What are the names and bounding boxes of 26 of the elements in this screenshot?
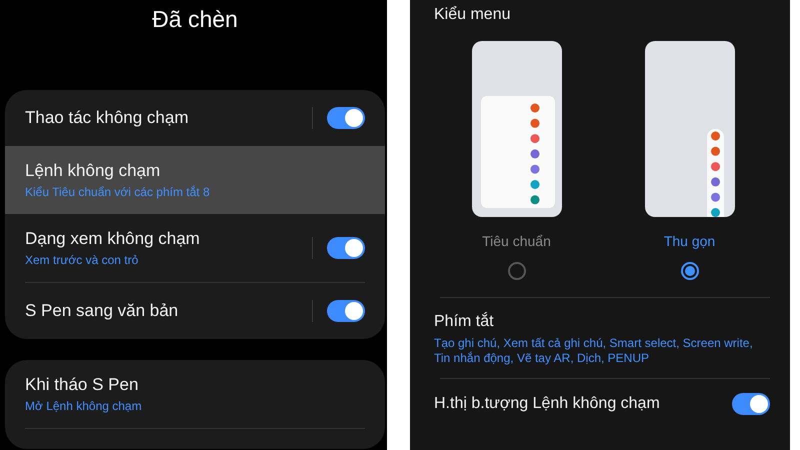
setting-title: Khi tháo S Pen — [25, 375, 140, 395]
setting-row[interactable]: Khi tháo S Pen Mở Lệnh không chạm — [5, 360, 385, 428]
toggle-switch[interactable] — [327, 237, 365, 259]
setting-summary: Mở Lệnh không chạm — [25, 399, 143, 413]
radio-button[interactable] — [508, 262, 526, 280]
setting-title: Dạng xem không chạm — [25, 229, 201, 249]
highlighted-setting-row[interactable]: Lệnh không chạm Kiểu Tiêu chuẩn với các phím tắt 8 — [5, 146, 385, 214]
setting-title: S Pen sang văn bản — [25, 301, 180, 321]
option-label: Thu gọn — [664, 233, 716, 249]
section-title: Kiểu menu — [433, 5, 512, 25]
radio-button[interactable] — [680, 262, 698, 280]
setting-summary: Tạo ghi chú, Xem tất cả ghi chú, Smart select, Screen write, Tin nhắn động, Vẽ tay AR, Dịch, PENUP — [434, 336, 754, 366]
setting-title: Phím tắt — [434, 313, 495, 331]
setting-row[interactable]: Dạng xem không chạm Xem trước và con trỏ — [5, 214, 385, 282]
setting-title: H.thị b.tượng Lệnh không chạm — [434, 395, 661, 413]
setting-summary: Kiểu Tiêu chuẩn với các phím tắt 8 — [25, 185, 211, 199]
setting-title: Thao tác không chạm — [25, 108, 190, 128]
setting-row[interactable]: S Pen sang văn bản — [5, 283, 385, 339]
setting-summary: Xem trước và con trỏ — [25, 253, 140, 267]
setting-title: Lệnh không chạm — [25, 161, 162, 181]
screen-title: Đã chèn — [151, 5, 239, 34]
setting-row[interactable]: Thao tác không chạm — [5, 90, 385, 146]
toggle-switch[interactable] — [327, 300, 365, 322]
toggle-switch[interactable] — [732, 393, 770, 415]
toggle-switch[interactable] — [327, 107, 365, 129]
option-label: Tiêu chuẩn — [482, 233, 551, 249]
